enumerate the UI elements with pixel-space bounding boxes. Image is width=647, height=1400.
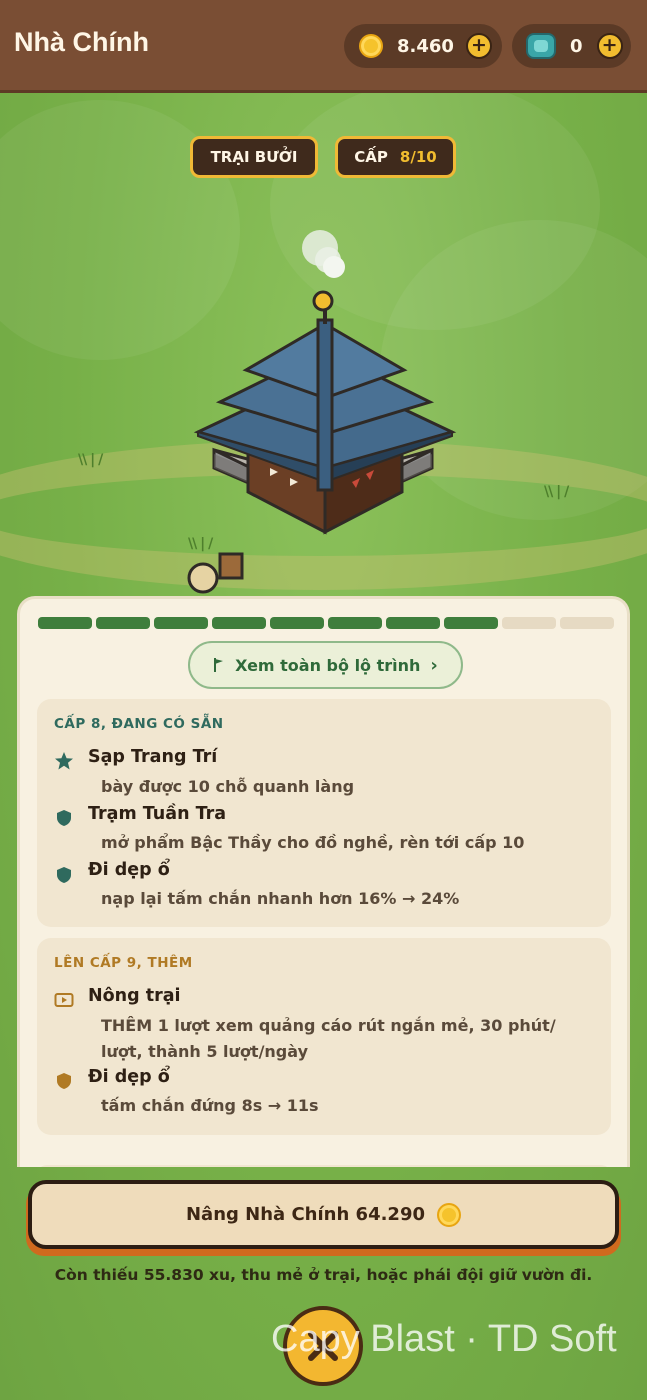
add-gems-button[interactable]: + — [596, 33, 623, 59]
progress-segment — [212, 617, 266, 629]
view-roadmap-label: Xem toàn bộ lộ trình — [235, 655, 421, 675]
progress-segment — [270, 617, 324, 629]
list-item-desc: bày được 10 chỗ quanh làng — [101, 777, 355, 796]
missing-coins-hint: Còn thiếu 55.830 xu, thu mẻ ở trại, hoặc… — [54, 1266, 593, 1284]
progress-segment — [154, 617, 208, 629]
view-roadmap-button[interactable]: Xem toàn bộ lộ trình › — [188, 641, 463, 689]
level-progress-bar — [38, 617, 614, 629]
chevron-right-icon: › — [430, 654, 438, 676]
next-level-card: LÊN CẤP 9, THÊM Nông trại THÊM 1 lượt xe… — [37, 938, 611, 1135]
level-value: 8/10 — [399, 148, 437, 166]
coin-counter: 8.460 + — [344, 24, 502, 68]
coin-icon — [437, 1202, 462, 1227]
top-bar: Nhà Chính 8.460 + 0 + — [0, 0, 647, 90]
coin-icon — [359, 34, 383, 58]
next-level-heading: LÊN CẤP 9, THÊM — [54, 955, 193, 971]
flag-icon — [214, 658, 224, 672]
add-coins-button[interactable]: + — [465, 33, 492, 59]
coin-amount: 8.460 — [397, 35, 454, 57]
upgrade-button[interactable]: Nâng Nhà Chính 64.290 — [28, 1180, 619, 1249]
progress-segment — [386, 617, 440, 629]
list-item-name: Đi dẹp ổ — [88, 860, 170, 880]
level-info-panel: Xem toàn bộ lộ trình › CẤP 8, ĐANG CÓ SẴ… — [17, 596, 630, 1167]
upgrade-label: Nâng Nhà Chính 64.290 — [185, 1204, 426, 1225]
list-item-desc: nạp lại tấm chắn nhanh hơn 16% → 24% — [101, 889, 460, 908]
list-item-desc: THÊM 1 lượt xem quảng cáo rút ngắn mẻ, 3… — [101, 1016, 556, 1061]
list-item-desc: mở phẩm Bậc Thầy cho đồ nghề, rèn tới cấ… — [101, 833, 525, 852]
current-level-heading: CẤP 8, ĐANG CÓ SẴN — [54, 716, 224, 732]
list-item-name: Sạp Trang Trí — [88, 747, 218, 767]
shield-icon — [54, 808, 74, 828]
shield-icon — [54, 865, 74, 885]
star-icon — [54, 751, 74, 771]
list-item-name: Trạm Tuần Tra — [88, 804, 227, 824]
progress-segment — [444, 617, 498, 629]
watermark: Capy Blast · TD Soft — [271, 1318, 617, 1360]
progress-segment — [560, 617, 614, 629]
level-chip: CẤP 8/10 — [335, 136, 456, 178]
progress-segment — [502, 617, 556, 629]
gem-counter: 0 + — [512, 24, 631, 68]
list-item-name: Đi dẹp ổ — [88, 1067, 170, 1087]
gem-amount: 0 — [570, 35, 583, 57]
camp-name-chip[interactable]: TRẠI BƯỞI — [190, 136, 318, 178]
camp-name: TRẠI BƯỞI — [210, 148, 298, 166]
progress-segment — [328, 617, 382, 629]
video-icon — [54, 990, 74, 1010]
progress-segment — [96, 617, 150, 629]
shield-icon — [54, 1071, 74, 1091]
progress-segment — [38, 617, 92, 629]
current-level-card: CẤP 8, ĐANG CÓ SẴN Sạp Trang Trí bày đượ… — [37, 699, 611, 927]
main-house-building[interactable] — [180, 220, 470, 610]
more-card-peek — [37, 1165, 611, 1167]
list-item-desc: tấm chắn đứng 8s → 11s — [101, 1096, 319, 1115]
page-title: Nhà Chính — [14, 27, 149, 57]
gem-icon — [526, 33, 556, 59]
level-label: CẤP — [354, 148, 388, 166]
list-item-name: Nông trại — [88, 986, 181, 1006]
